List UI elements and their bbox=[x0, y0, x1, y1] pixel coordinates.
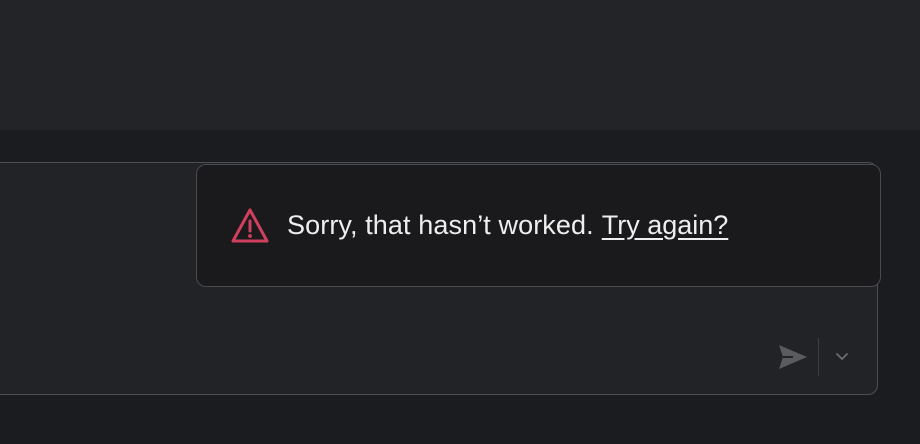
composer-divider bbox=[818, 338, 819, 376]
chevron-down-icon bbox=[836, 353, 848, 360]
try-again-link[interactable]: Try again? bbox=[602, 210, 729, 241]
composer-actions bbox=[776, 338, 855, 376]
warning-triangle-icon bbox=[229, 206, 271, 246]
send-options-button[interactable] bbox=[829, 340, 855, 374]
send-icon bbox=[779, 345, 807, 369]
error-toast: Sorry, that hasn’t worked. Try again? bbox=[196, 164, 881, 287]
send-button[interactable] bbox=[776, 340, 810, 374]
error-message: Sorry, that hasn’t worked. bbox=[287, 210, 594, 240]
message-history-area bbox=[0, 0, 920, 130]
